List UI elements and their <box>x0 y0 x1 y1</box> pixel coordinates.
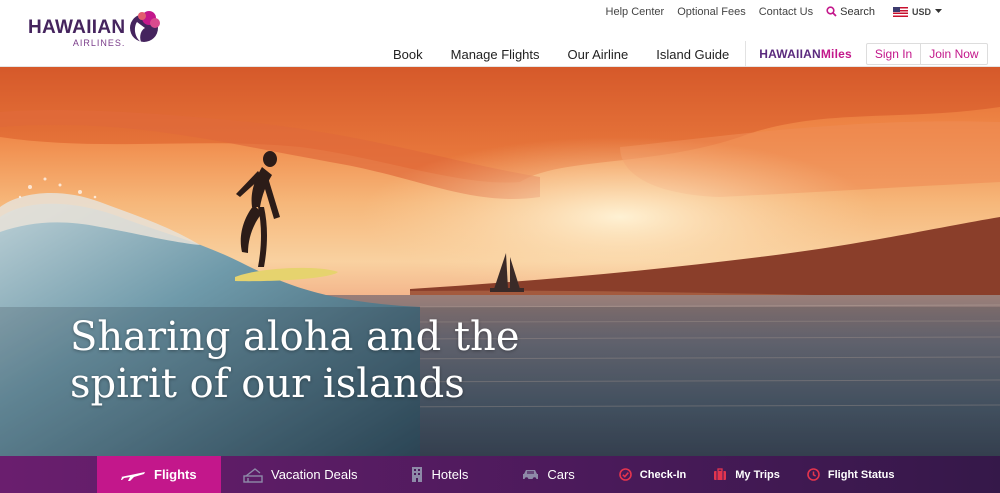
tab-label: My Trips <box>735 468 780 481</box>
check-circle-icon <box>618 468 632 481</box>
help-center-link[interactable]: Help Center <box>606 6 665 18</box>
sign-in-button[interactable]: Sign In <box>867 44 920 64</box>
tab-label: Flights <box>154 467 197 482</box>
search-label: Search <box>840 5 875 18</box>
tab-vacation-deals[interactable]: Vacation Deals <box>243 456 357 493</box>
site-header: HAWAIIAN AIRLINES. Help Center Optional … <box>0 0 1000 67</box>
hawaiian-airlines-logo[interactable]: HAWAIIAN AIRLINES. <box>28 8 173 50</box>
tab-label: Hotels <box>431 467 469 482</box>
hero-headline-line-1: Sharing aloha and the <box>70 314 520 360</box>
pualani-logo-icon <box>130 11 161 42</box>
caret-down-icon <box>935 9 942 13</box>
hawaiianmiles-link[interactable]: HAWAIIANMiles <box>759 47 852 61</box>
clock-icon <box>807 468 820 481</box>
hero-headline: Sharing aloha and the spirit of our isla… <box>70 314 520 408</box>
booking-tab-bar: Flights Vacation Deals Hotels Cars Check… <box>0 456 1000 493</box>
suitcase-icon <box>714 468 727 480</box>
tab-hotels[interactable]: Hotels <box>411 456 468 493</box>
tab-cars[interactable]: Cars <box>522 456 575 493</box>
currency-label: USD <box>911 6 931 17</box>
car-icon <box>523 470 539 481</box>
tab-my-trips[interactable]: My Trips <box>713 456 780 493</box>
tab-flight-status[interactable]: Flight Status <box>807 456 895 493</box>
tab-flights[interactable]: Flights <box>97 456 221 493</box>
nav-manage-flights[interactable]: Manage Flights <box>451 47 540 62</box>
nav-divider <box>745 41 747 67</box>
us-flag-icon <box>892 6 908 17</box>
hotel-icon <box>412 467 423 482</box>
contact-us-link[interactable]: Contact Us <box>759 6 813 18</box>
nav-our-airline[interactable]: Our Airline <box>568 47 629 62</box>
join-now-button[interactable]: Join Now <box>920 44 986 64</box>
tab-label: Flight Status <box>827 468 895 481</box>
tab-label: Cars <box>547 467 575 482</box>
search-button[interactable]: Search <box>826 6 875 18</box>
tab-label: Check-In <box>639 468 687 481</box>
nav-island-guide[interactable]: Island Guide <box>656 47 729 62</box>
vacation-icon <box>243 467 263 483</box>
main-nav: Book Manage Flights Our Airline Island G… <box>393 41 988 67</box>
plane-icon <box>121 471 145 481</box>
optional-fees-link[interactable]: Optional Fees <box>677 6 745 18</box>
hero-banner: Sharing aloha and the spirit of our isla… <box>0 67 1000 456</box>
hawaiianmiles-suffix: Miles <box>820 47 852 61</box>
tab-label: Vacation Deals <box>271 467 358 482</box>
logo-subtext: AIRLINES. <box>72 38 126 48</box>
search-icon <box>826 6 837 17</box>
auth-buttons: Sign In Join Now <box>865 43 988 65</box>
tab-check-in[interactable]: Check-In <box>618 456 687 493</box>
utility-nav: Help Center Optional Fees Contact Us Sea… <box>606 5 942 18</box>
logo-wordmark: HAWAIIAN <box>28 17 126 38</box>
nav-book[interactable]: Book <box>393 47 423 62</box>
currency-selector[interactable]: USD <box>892 6 942 17</box>
hero-headline-line-2: spirit of our islands <box>70 361 465 407</box>
hawaiianmiles-prefix: HAWAIIAN <box>759 47 821 61</box>
